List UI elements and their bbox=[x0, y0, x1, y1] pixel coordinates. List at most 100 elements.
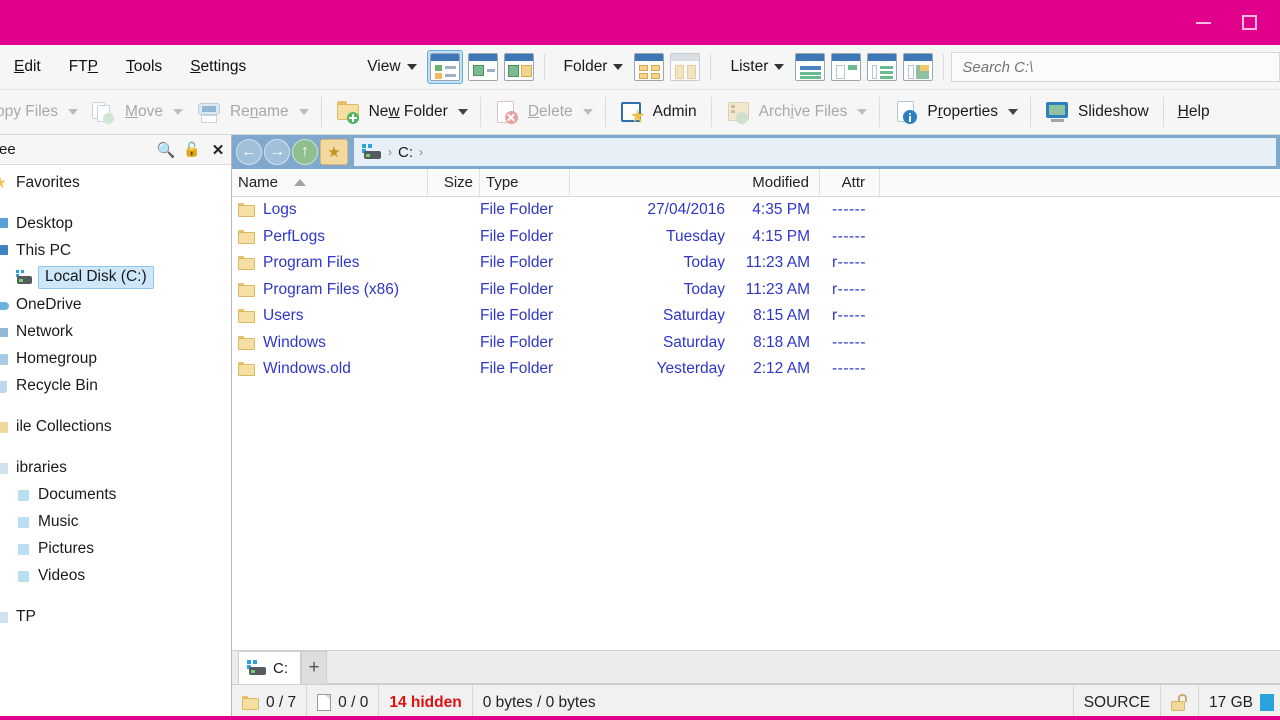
main-content: ree 🔍 🔓 ✕ Favorites Desktop This PC Local D… bbox=[0, 135, 1280, 720]
search-input[interactable] bbox=[951, 52, 1280, 82]
file-modified-date: Today bbox=[683, 280, 725, 298]
maximize-button[interactable] bbox=[1226, 8, 1272, 38]
desktop-icon bbox=[0, 216, 10, 232]
tree-item-ibraries[interactable]: ibraries bbox=[0, 454, 231, 481]
view-thumbnails-button[interactable] bbox=[503, 53, 534, 81]
status-lock[interactable] bbox=[1161, 684, 1200, 720]
tree-item-music[interactable]: Music bbox=[0, 508, 231, 535]
tree-item-recycle-bin[interactable]: Recycle Bin bbox=[0, 372, 231, 399]
tree-item-desktop[interactable]: Desktop bbox=[0, 210, 231, 237]
file-row[interactable]: Logs File Folder 27/04/2016 4:35 PM ------ bbox=[232, 197, 1280, 224]
menu-bar: EEditdit FTP Tools Settings View F bbox=[0, 45, 1280, 90]
tree-item-documents[interactable]: Documents bbox=[0, 481, 231, 508]
new-tab-button[interactable]: + bbox=[301, 651, 327, 684]
column-label-type: Type bbox=[486, 174, 519, 191]
new-folder-dropdown[interactable] bbox=[457, 109, 468, 115]
view-tiles-button[interactable] bbox=[467, 53, 498, 81]
search-icon[interactable]: 🔍 bbox=[153, 141, 179, 159]
properties-button[interactable]: Properties bbox=[886, 93, 1006, 131]
close-icon[interactable]: ✕ bbox=[205, 141, 231, 159]
new-folder-label: New Folder bbox=[368, 103, 448, 120]
archive-files-icon bbox=[726, 100, 752, 124]
menu-ftp[interactable]: FTP bbox=[55, 58, 112, 76]
minimize-button[interactable] bbox=[1180, 8, 1226, 38]
tree-item-ile-collections[interactable]: ile Collections bbox=[0, 413, 231, 440]
move-button[interactable]: Move bbox=[84, 93, 171, 131]
forward-icon[interactable]: → bbox=[264, 139, 290, 165]
file-row[interactable]: Program Files (x86) File Folder Today 11:23… bbox=[232, 277, 1280, 304]
menu-settings[interactable]: Settings bbox=[176, 58, 260, 76]
new-tab-label: + bbox=[308, 657, 320, 678]
file-row[interactable]: Windows File Folder Saturday 8:18 AM ------ bbox=[232, 330, 1280, 357]
delete-dropdown[interactable] bbox=[582, 109, 593, 115]
tree-item-label: ibraries bbox=[16, 458, 67, 476]
folder-tab-c[interactable]: C: bbox=[238, 651, 301, 684]
favorites-icon[interactable]: ★ bbox=[320, 139, 348, 165]
file-row[interactable]: PerfLogs File Folder Tuesday 4:15 PM ------ bbox=[232, 224, 1280, 251]
copy-files-label: opy Files bbox=[0, 103, 59, 120]
folder-tree-header: ree 🔍 🔓 ✕ bbox=[0, 135, 231, 165]
column-header-name[interactable]: Name bbox=[232, 168, 428, 197]
tree-item-onedrive[interactable]: OneDrive bbox=[0, 291, 231, 318]
rename-dropdown[interactable] bbox=[298, 109, 309, 115]
file-modified-time: 11:23 AM bbox=[745, 254, 810, 272]
folder-split-button[interactable] bbox=[670, 53, 701, 81]
status-files: 0 / 0 bbox=[307, 684, 380, 720]
breadcrumb-item-c[interactable]: C: bbox=[398, 144, 413, 161]
rename-button[interactable]: Rename bbox=[189, 93, 297, 131]
properties-dropdown[interactable] bbox=[1008, 109, 1019, 115]
videos-icon bbox=[16, 568, 32, 584]
tree-item-tp[interactable]: TP bbox=[0, 603, 231, 630]
slideshow-button[interactable]: Slideshow bbox=[1037, 93, 1157, 131]
file-row[interactable]: Windows.old File Folder Yesterday 2:12 AM --… bbox=[232, 356, 1280, 383]
tree-item-favorites[interactable]: Favorites bbox=[0, 169, 231, 196]
unlock-icon[interactable]: 🔓 bbox=[179, 141, 205, 158]
tree-item-homegroup[interactable]: Homegroup bbox=[0, 345, 231, 372]
file-name-cell: PerfLogs bbox=[232, 224, 428, 251]
help-button[interactable]: Help bbox=[1170, 93, 1210, 131]
file-list: Logs File Folder 27/04/2016 4:35 PM ------ Pe… bbox=[232, 197, 1280, 650]
lister-dual-vertical-button[interactable] bbox=[831, 53, 862, 81]
delete-button[interactable]: Delete bbox=[487, 93, 581, 131]
file-size bbox=[428, 224, 480, 251]
back-icon[interactable]: ← bbox=[236, 139, 262, 165]
column-headers: Name Size Type Modified Attr bbox=[232, 168, 1280, 197]
move-icon bbox=[92, 100, 118, 124]
view-menu-button[interactable]: View bbox=[355, 58, 424, 76]
column-header-type[interactable]: Type bbox=[480, 168, 570, 197]
menu-edit[interactable]: EEditdit bbox=[0, 58, 55, 76]
column-header-modified[interactable]: Modified bbox=[570, 168, 820, 197]
breadcrumb[interactable]: › C: › bbox=[354, 138, 1276, 166]
menu-tools[interactable]: Tools bbox=[112, 58, 176, 76]
up-icon[interactable]: ↑ bbox=[292, 139, 318, 165]
tree-item-videos[interactable]: Videos bbox=[0, 562, 231, 589]
folder-menu-button[interactable]: Folder bbox=[552, 58, 632, 76]
column-header-attr[interactable]: Attr bbox=[820, 168, 880, 197]
tree-item-pictures[interactable]: Pictures bbox=[0, 535, 231, 562]
archive-files-button[interactable]: Archive Files bbox=[718, 93, 856, 131]
file-row[interactable]: Users File Folder Saturday 8:15 AM r----- bbox=[232, 303, 1280, 330]
new-folder-button[interactable]: New Folder bbox=[328, 93, 456, 131]
lister-tree-button[interactable] bbox=[867, 53, 898, 81]
delete-label: Delete bbox=[527, 103, 573, 120]
archive-files-dropdown[interactable] bbox=[857, 109, 868, 115]
tree-item-label: Network bbox=[16, 322, 73, 340]
copy-files-button[interactable]: opy Files bbox=[0, 93, 66, 131]
breadcrumb-separator[interactable]: › bbox=[419, 145, 423, 159]
column-header-size[interactable]: Size bbox=[428, 168, 480, 197]
lister-single-button[interactable] bbox=[795, 53, 826, 81]
folder-grid-button[interactable] bbox=[634, 53, 665, 81]
tree-item-this-pc[interactable]: This PC bbox=[0, 237, 231, 264]
move-dropdown[interactable] bbox=[172, 109, 183, 115]
lister-menu-button[interactable]: Lister bbox=[718, 58, 792, 76]
admin-button[interactable]: Admin bbox=[612, 93, 705, 131]
file-modified-date: Saturday bbox=[662, 333, 725, 351]
tree-item-network[interactable]: Network bbox=[0, 318, 231, 345]
tree-gap bbox=[0, 589, 231, 603]
tree-item-local-disk-c[interactable]: Local Disk (C:) bbox=[0, 264, 231, 291]
file-row[interactable]: Program Files File Folder Today 11:23 AM r--… bbox=[232, 250, 1280, 277]
lister-preview-button[interactable] bbox=[903, 53, 934, 81]
copy-files-dropdown[interactable] bbox=[68, 109, 79, 115]
folder-icon bbox=[238, 309, 255, 324]
view-details-button[interactable] bbox=[426, 50, 463, 84]
